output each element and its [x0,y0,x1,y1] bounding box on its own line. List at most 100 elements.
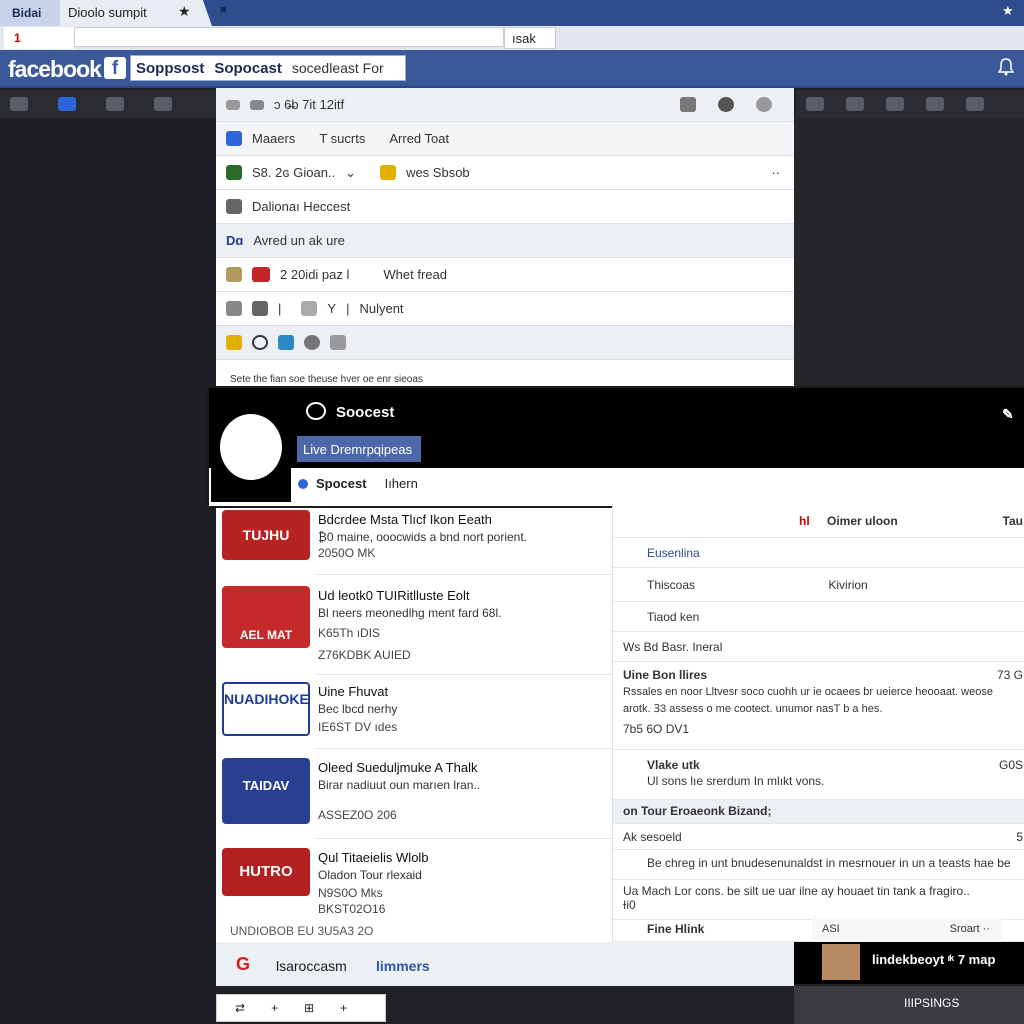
window-icon[interactable] [10,97,28,111]
print-icon[interactable] [226,301,242,316]
right-row[interactable]: Uine Bon llires 73 G Rssales en noor Llt… [613,662,1024,750]
add-icon[interactable]: + [271,1001,278,1015]
circle-icon[interactable] [252,335,268,350]
avatar[interactable] [220,414,282,480]
address-search-button[interactable]: ısak [504,27,556,49]
facebook-logo[interactable]: facebook [8,56,102,83]
bottom-text-left[interactable]: lsaroccasm [276,958,347,974]
right-row[interactable]: on Tour Eroaeonk Bizand; [613,800,1024,824]
card-nav-2[interactable]: Iıhern [385,476,418,491]
tab-3[interactable]: Arred Toat [389,131,449,146]
more-icon[interactable]: ·· [771,165,794,180]
thumbnail[interactable]: TUJHU [222,510,310,560]
right-dark-sidebar [794,118,1024,386]
edit-icon[interactable]: ✎ [1002,406,1014,423]
thumbnail[interactable]: NUADIHOKE [222,682,310,736]
right-row[interactable]: Ua Mach Lor cons. be silt ue uar ilne ay… [613,880,1024,920]
bird-icon[interactable] [252,301,268,316]
list-item[interactable]: HUTRO Qul Titaeielis Wlolb Oladon Tour r… [216,846,612,922]
list-item[interactable]: NUADIHOKE Uine Fhuvat Bec lbcd nerhy IE6… [216,678,612,754]
thumbnail[interactable]: TAIDAV [222,758,310,824]
person-avatar[interactable] [822,944,860,980]
pin-icon[interactable]: ■ [220,4,227,16]
right-row-label: Thiscoas [647,578,696,592]
grid-icon[interactable]: ⊞ [304,1001,314,1015]
bookmark-star-icon[interactable]: ★ [178,3,191,20]
item-title[interactable]: Ud leotk0 TUIRitlluste Eolt [318,588,470,603]
folder-icon[interactable] [226,335,242,350]
tab-1[interactable]: Maaers [252,131,295,146]
pen-icon[interactable] [926,97,944,111]
right-icon-strip [796,90,1024,118]
corner-star-icon[interactable]: ★ [1002,3,1014,19]
bottom-tools: ⇄ + ⊞ + [216,994,386,1022]
toolbar-text: ɔ 6̶b 7it 12itf [274,97,345,112]
filter-icon[interactable]: Y [327,301,336,316]
car-icon-2[interactable] [330,335,346,350]
emoji-icon [380,165,397,180]
list-item[interactable]: AEL MAT Ud leotk0 TUIRitlluste Eolt Bl n… [216,582,612,672]
center-toolbar: ɔ 6̶b 7it 12itf [216,88,794,122]
cake-icon[interactable] [886,97,904,111]
thumbnail[interactable]: AEL MAT [222,586,310,648]
truck-icon[interactable] [966,97,984,111]
tab-2[interactable]: T sucrts [319,131,365,146]
chevron-down-icon[interactable]: ⌄ [345,165,356,181]
car-icon[interactable] [106,97,124,111]
right-row[interactable]: Ws Bd Basr. Ineral [613,632,1024,662]
browser-tab-first[interactable]: Bidai [0,0,62,26]
door-icon[interactable] [806,97,824,111]
live-button[interactable]: Live Dremrpqipeas [297,436,421,462]
right-row[interactable]: Be chreg in unt bnudesenunaldst in mesrn… [613,850,1024,880]
list-item[interactable]: TAIDAV Oleed Sueduljmuke A Thalk Birar n… [216,756,612,840]
messages-icon[interactable] [58,97,76,111]
tool-icon[interactable] [846,97,864,111]
globe-icon[interactable] [718,97,734,112]
person-label[interactable]: lindekbeoyt ᶦᵏ 7 map [872,952,995,967]
item-meta: 2050O MK [318,546,376,560]
card-title[interactable]: Soocest [336,404,394,421]
bottom-right-label[interactable]: IIIPSINGS [794,986,1024,1024]
stamp-icon[interactable] [301,301,318,316]
tools-label[interactable]: Nulyent [359,301,403,316]
section-text[interactable]: Avred un ak ure [253,233,345,248]
car-small-icon[interactable] [226,99,240,110]
item-desc: Birar nadiuut oun marıen lran.. [318,778,481,792]
settings-icon[interactable] [756,97,772,112]
promo-right[interactable]: Sroart ·· [950,923,990,935]
binoculars-icon[interactable] [250,99,264,110]
promo-box[interactable]: ASI Sroart ·· [812,918,1002,942]
facebook-search-input[interactable]: Soppsost Sopocast socedleast For [130,55,406,81]
bell-icon[interactable] [998,58,1014,76]
thumbnail[interactable]: HUTRO [222,848,310,896]
item-title[interactable]: Oleed Sueduljmuke A Thalk [318,760,477,775]
address-left-indicator[interactable]: 1 [4,27,74,49]
add-icon-2[interactable]: + [340,1001,347,1015]
right-row-extra: Tau [1002,514,1023,528]
gift-icon[interactable] [154,97,172,111]
status-left[interactable]: S8. 2ɢ Gioan.. [252,165,335,180]
right-row[interactable]: Ak sesoeld 5 [613,824,1024,850]
item-title[interactable]: Bdcrdee Msta Tlıcf Ikon Eeath [318,512,492,527]
meta-label[interactable]: Whet fread [383,267,447,282]
status-right[interactable]: wes Sbsob [406,165,470,180]
item-title[interactable]: Uine Fhuvat [318,684,388,699]
right-row[interactable]: Vlake utk G0S Ul sons lıe srerdum In mlı… [613,750,1024,800]
address-bar[interactable] [74,27,504,47]
list-item[interactable]: TUJHU Bdcrdee Msta Tlıcf Ikon Eeath ₿0 m… [216,508,612,582]
shield-icon[interactable] [278,335,294,350]
right-row[interactable]: Thiscoas Kivirion [613,568,1024,602]
right-row-label: Vlake utk [647,758,700,772]
bottom-text-right[interactable]: limmers [376,958,430,974]
right-row[interactable]: Eusenlina [613,538,1024,568]
share-icon[interactable]: ⇄ [235,1001,245,1015]
facebook-mark-icon[interactable]: f [104,57,126,79]
right-row[interactable]: hl Oimer uloon Tau [613,504,1024,538]
center-heading-row: Dalionaı Heccest [216,190,794,224]
right-row[interactable]: Tiaod ken [613,602,1024,632]
cloud-icon[interactable] [304,335,320,350]
home-icon[interactable] [680,97,696,112]
card-nav-1[interactable]: Spocest [316,476,367,491]
bottom-logo[interactable]: G [236,954,250,975]
item-title[interactable]: Qul Titaeielis Wlolb [318,850,429,865]
